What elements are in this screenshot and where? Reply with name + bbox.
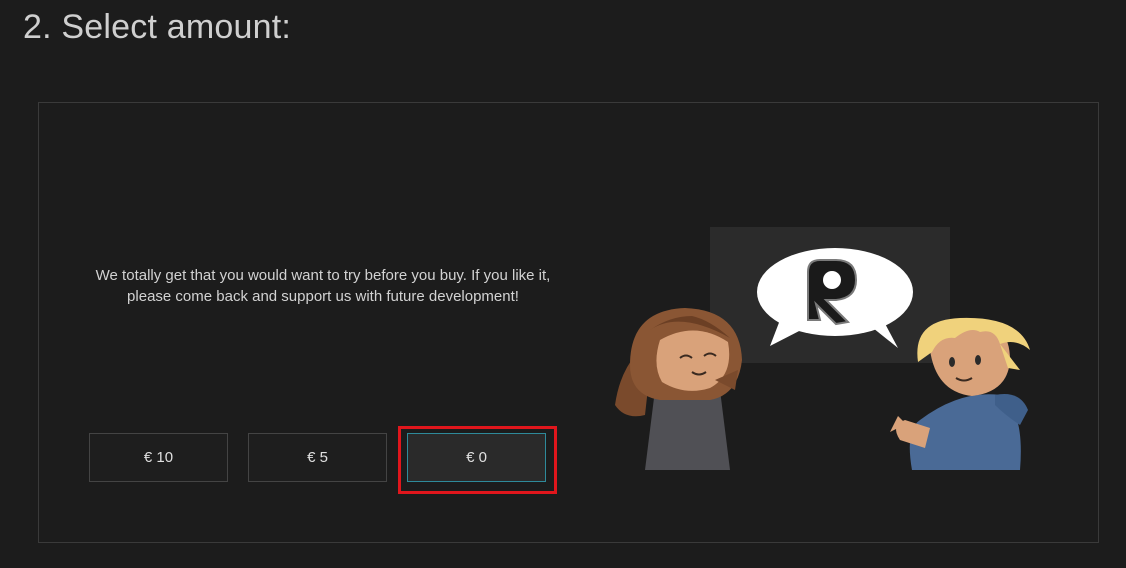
- girl-character-icon: [615, 308, 742, 470]
- page: 2. Select amount: We totally get that yo…: [0, 0, 1126, 568]
- amount-5-button[interactable]: € 5: [248, 433, 387, 482]
- amount-10-button[interactable]: € 10: [89, 433, 228, 482]
- step-heading: 2. Select amount:: [23, 8, 291, 46]
- amount-0-button[interactable]: € 0: [407, 433, 546, 482]
- try-before-buy-message: We totally get that you would want to tr…: [95, 267, 551, 305]
- mascot-illustration: [615, 227, 1030, 470]
